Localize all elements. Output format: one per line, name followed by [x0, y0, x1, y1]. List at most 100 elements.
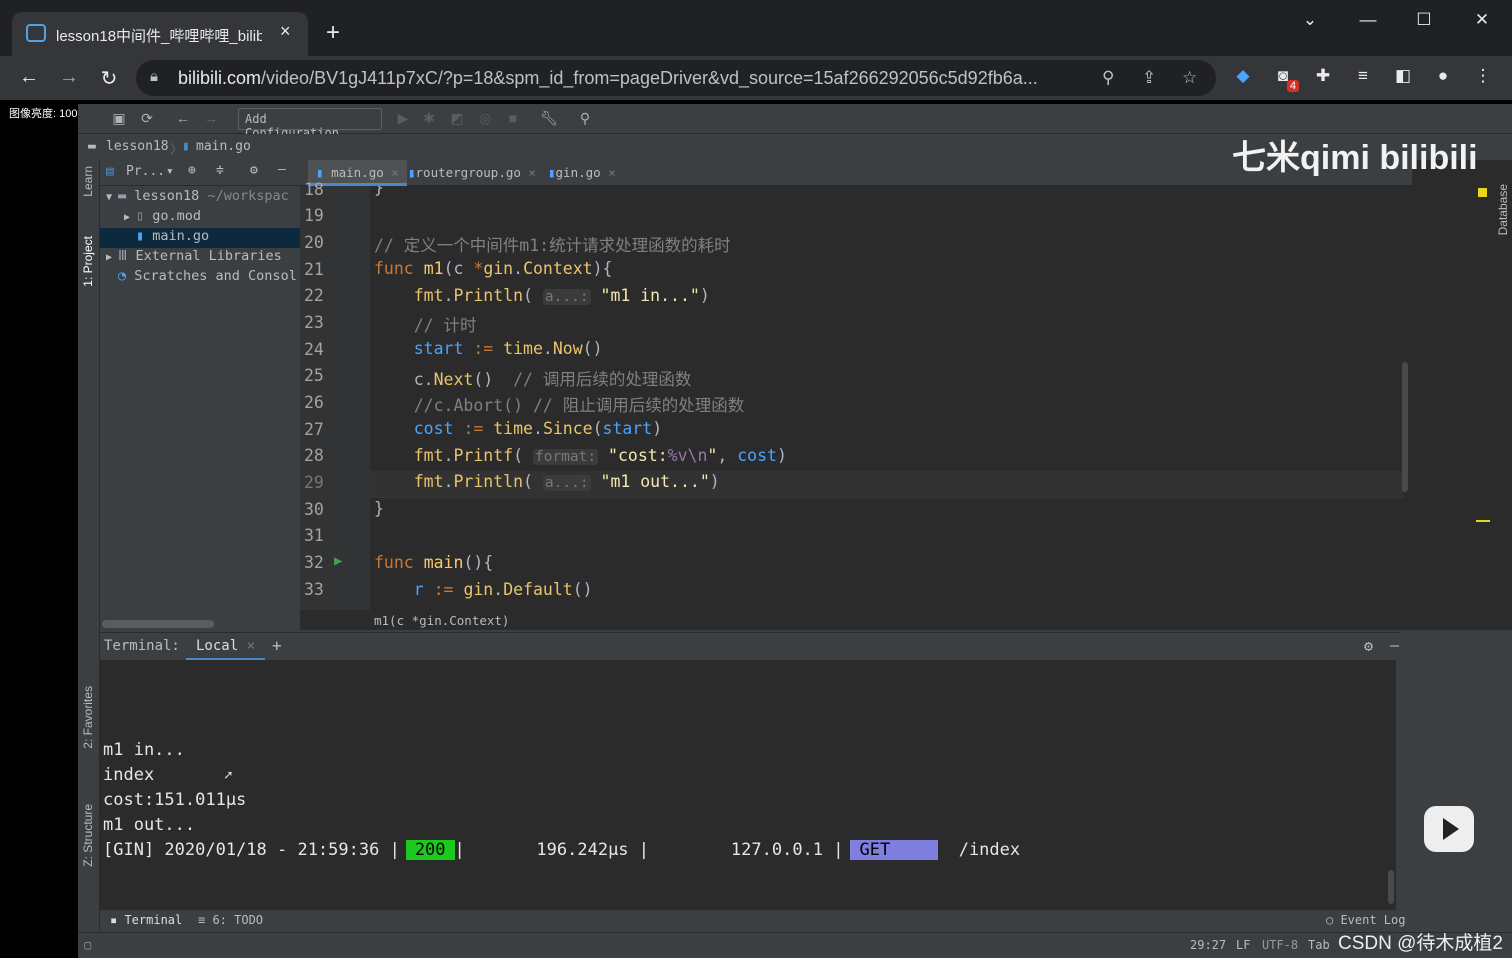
- reload-icon[interactable]: ↻: [94, 66, 124, 91]
- sync-icon[interactable]: ⟳: [136, 110, 158, 127]
- run-gutter-icon[interactable]: ▶: [334, 553, 342, 569]
- horizontal-scrollbar[interactable]: [102, 620, 214, 628]
- expand-arrow-icon[interactable]: ▶: [100, 252, 118, 263]
- side-panel-icon[interactable]: ◧: [1390, 66, 1416, 86]
- code-line: c.Next() // 调用后续的处理函数: [374, 370, 692, 389]
- bookmark-star-icon[interactable]: ☆: [1182, 68, 1197, 88]
- forward-icon[interactable]: →: [54, 66, 84, 89]
- favorites-tool-tab[interactable]: 2: Favorites: [81, 686, 95, 749]
- close-icon[interactable]: ×: [247, 638, 255, 654]
- structure-tool-tab[interactable]: Z: Structure: [81, 804, 95, 867]
- vertical-scrollbar[interactable]: [1402, 362, 1408, 492]
- browser-tab[interactable]: lesson18中间件_哔哩哔哩_bilibili ×: [12, 12, 308, 56]
- file-encoding[interactable]: UTF-8: [1262, 938, 1298, 952]
- reading-list-icon[interactable]: ≡: [1350, 66, 1376, 86]
- tab-gin-go[interactable]: ▮gin.go ×: [540, 160, 624, 186]
- tree-item-external-libraries[interactable]: ▶ Ⅲ External Libraries: [100, 248, 300, 268]
- caret-position[interactable]: 29:27: [1190, 938, 1226, 952]
- tab-search-chevron-icon[interactable]: ⌄: [1290, 10, 1330, 30]
- indent-setting[interactable]: Tab: [1308, 938, 1330, 952]
- close-window-icon[interactable]: ✕: [1462, 10, 1502, 30]
- latency: 196.242µs |: [536, 840, 650, 860]
- minimize-icon[interactable]: —: [1348, 10, 1388, 30]
- new-tab-button[interactable]: +: [326, 18, 340, 48]
- todo-tool-tab[interactable]: ≡ 6: TODO: [198, 913, 263, 927]
- close-icon[interactable]: ×: [391, 165, 399, 180]
- code-editor[interactable]: } // 定义一个中间件m1:统计请求处理函数的耗时 func m1(c *gi…: [370, 186, 1412, 610]
- lock-icon[interactable]: 🔒︎: [150, 68, 158, 85]
- wrench-icon[interactable]: 🔧︎: [538, 110, 560, 127]
- file-icon: ▯: [136, 208, 153, 224]
- hide-panel-icon[interactable]: —: [1390, 636, 1399, 654]
- back-icon[interactable]: ←: [14, 66, 44, 89]
- inspection-warning-icon[interactable]: [1478, 188, 1487, 197]
- library-icon: Ⅲ: [118, 248, 136, 264]
- browser-tabstrip: lesson18中间件_哔哩哔哩_bilibili × + ⌄ — ☐ ✕: [0, 0, 1512, 56]
- save-icon[interactable]: ▣: [108, 110, 130, 127]
- warning-marker[interactable]: [1476, 520, 1490, 522]
- tab-local[interactable]: Local ×: [186, 633, 266, 661]
- bottom-tool-stripe: ▪ Terminal ≡ 6: TODO ○ Event Log: [100, 910, 1512, 932]
- code-line: r := gin.Default(): [413, 580, 593, 599]
- search-icon[interactable]: ⚲: [574, 110, 596, 127]
- menu-kebab-icon[interactable]: ⋮: [1470, 66, 1496, 86]
- code-structure-crumb[interactable]: m1(c *gin.Context): [300, 610, 1412, 630]
- csdn-watermark: CSDN @待木成植2: [1338, 933, 1503, 954]
- chevron-down-icon[interactable]: ▾: [166, 164, 174, 179]
- function-crumb[interactable]: m1(c *gin.Context): [374, 613, 509, 628]
- gear-icon[interactable]: ⚙: [1364, 637, 1373, 655]
- url-text[interactable]: bilibili.com/video/BV1gJ411p7xC/?p=18&sp…: [178, 68, 1088, 89]
- expand-arrow-icon[interactable]: ▼: [100, 192, 118, 203]
- gin-log-prefix: [GIN] 2020/01/18 - 21:59:36 |: [103, 840, 400, 860]
- terminal-scrollbar[interactable]: [1388, 870, 1394, 904]
- nav-back-icon[interactable]: ←: [172, 110, 194, 126]
- tree-item-lesson18[interactable]: ▼ ▬ lesson18 ~/workspac: [100, 188, 300, 208]
- bilibili-watermark-logo: 七米qimi bilibili: [1232, 139, 1478, 177]
- maximize-icon[interactable]: ☐: [1404, 10, 1444, 30]
- line-number: 33: [304, 580, 324, 599]
- tree-item-main-go[interactable]: ▮ main.go: [100, 228, 300, 248]
- add-configuration-button[interactable]: Add Configuration...: [238, 108, 382, 140]
- tree-item-scratches[interactable]: ◔ Scratches and Consol: [100, 268, 300, 288]
- terminal-line: m1 out...: [103, 815, 196, 835]
- breadcrumb-file[interactable]: main.go: [196, 139, 251, 154]
- close-icon[interactable]: ×: [608, 165, 616, 180]
- bilibili-player-icon[interactable]: [1424, 806, 1474, 852]
- line-number: 25: [304, 366, 324, 385]
- hide-panel-icon[interactable]: —: [278, 162, 286, 177]
- coverage-icon[interactable]: ◩: [446, 110, 468, 127]
- debug-icon[interactable]: ✱: [418, 110, 440, 127]
- profile-icon[interactable]: ◎: [474, 110, 496, 127]
- tree-item-go-mod[interactable]: ▶ ▯ go.mod: [100, 208, 300, 228]
- toggle-tool-windows-icon[interactable]: ▢: [84, 938, 91, 952]
- zoom-icon[interactable]: ⚲: [1102, 68, 1114, 88]
- share-icon[interactable]: ⇪: [1142, 68, 1156, 88]
- profile-avatar-icon[interactable]: ●: [1430, 66, 1456, 86]
- terminal-line: cost:151.011µs: [103, 790, 247, 810]
- project-view-selector[interactable]: Pr...: [126, 164, 165, 179]
- collapse-icon[interactable]: ≑: [216, 163, 224, 178]
- address-bar[interactable]: 🔒︎ bilibili.com/video/BV1gJ411p7xC/?p=18…: [136, 60, 1216, 96]
- tab-routergroup-go[interactable]: ▮routergroup.go ×: [400, 160, 544, 186]
- tab-title: lesson18中间件_哔哩哔哩_bilibili: [56, 28, 262, 45]
- close-icon[interactable]: ×: [528, 165, 536, 180]
- new-terminal-icon[interactable]: +: [272, 636, 282, 655]
- breadcrumb-project[interactable]: lesson18: [106, 139, 169, 154]
- line-ending[interactable]: LF: [1236, 938, 1250, 952]
- project-tool-tab[interactable]: 1: Project: [81, 236, 95, 287]
- run-icon[interactable]: ▶: [392, 110, 414, 127]
- stop-icon[interactable]: ■: [502, 110, 524, 126]
- nav-forward-icon[interactable]: →: [200, 110, 222, 126]
- terminal-tool-tab[interactable]: ▪ Terminal: [110, 913, 182, 927]
- extension-diamond-icon[interactable]: ◆: [1230, 66, 1256, 86]
- database-tool-tab[interactable]: Database: [1496, 184, 1510, 235]
- extensions-puzzle-icon[interactable]: ✚: [1310, 66, 1336, 86]
- go-file-icon: ▮: [136, 228, 153, 244]
- learn-tool-tab[interactable]: Learn: [81, 166, 95, 197]
- event-log-tab[interactable]: ○ Event Log: [1326, 913, 1405, 927]
- locate-icon[interactable]: ⊕: [188, 163, 196, 178]
- terminal-output[interactable]: m1 in... index cost:151.011µs m1 out... …: [100, 660, 1396, 910]
- gear-icon[interactable]: ⚙: [250, 163, 258, 178]
- close-tab-icon[interactable]: ×: [280, 21, 291, 42]
- expand-arrow-icon[interactable]: ▶: [118, 212, 136, 223]
